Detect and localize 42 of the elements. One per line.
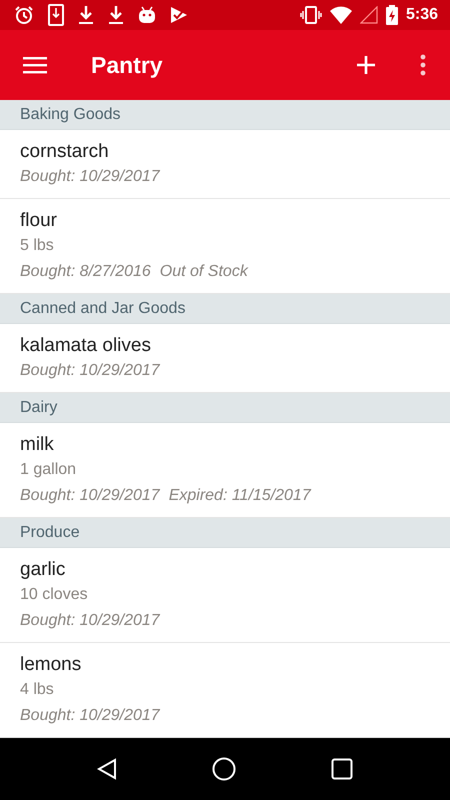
vibrate-icon [300,6,322,24]
home-icon[interactable] [212,757,236,781]
section-title: Produce [20,524,80,542]
section-title: Canned and Jar Goods [20,300,186,318]
section-title: Baking Goods [20,106,121,124]
bought-date: Bought: 8/27/2016 [20,262,151,282]
item-quantity: 1 gallon [20,460,78,480]
download-icon [78,5,94,25]
menu-icon[interactable] [23,56,47,74]
clock-time: 5:36 [406,6,438,24]
item-status: Expired: 11/15/2017 [168,486,311,506]
bought-date: Bought: 10/29/2017 [20,706,160,726]
item-name: milk [20,433,55,457]
app-title: Pantry [91,52,164,78]
download-file-icon [48,4,64,26]
download-icon [108,5,124,25]
item-quantity: 4 lbs [20,680,55,700]
pantry-item[interactable]: garlic 10 cloves Bought: 10/29/2017 [0,548,450,643]
item-name: flour [20,209,58,233]
bought-date: Bought: 10/29/2017 [20,611,160,631]
back-icon[interactable] [97,758,118,780]
signal-icon [360,6,378,24]
play-check-icon [170,6,188,24]
alarm-clock-icon [14,5,34,25]
more-options-icon[interactable] [420,54,426,76]
wifi-icon [330,6,352,24]
item-status: Out of Stock [160,262,248,282]
recents-icon[interactable] [330,758,353,780]
section-title: Dairy [20,398,58,416]
item-name: cornstarch [20,140,110,164]
pantry-item[interactable]: cornstarch Bought: 10/29/2017 [0,130,450,199]
item-quantity: 10 cloves [20,585,89,605]
bought-date: Bought: 10/29/2017 [20,167,160,187]
item-name: kalamata olives [20,334,152,358]
bought-date: Bought: 10/29/2017 [20,486,160,506]
add-icon[interactable] [356,55,376,75]
item-quantity: 5 lbs [20,236,55,256]
battery-charging-icon [386,5,398,25]
bought-date: Bought: 10/29/2017 [20,361,160,381]
item-name: garlic [20,558,66,582]
item-name: lemons [20,653,82,677]
robot-icon [138,6,156,24]
